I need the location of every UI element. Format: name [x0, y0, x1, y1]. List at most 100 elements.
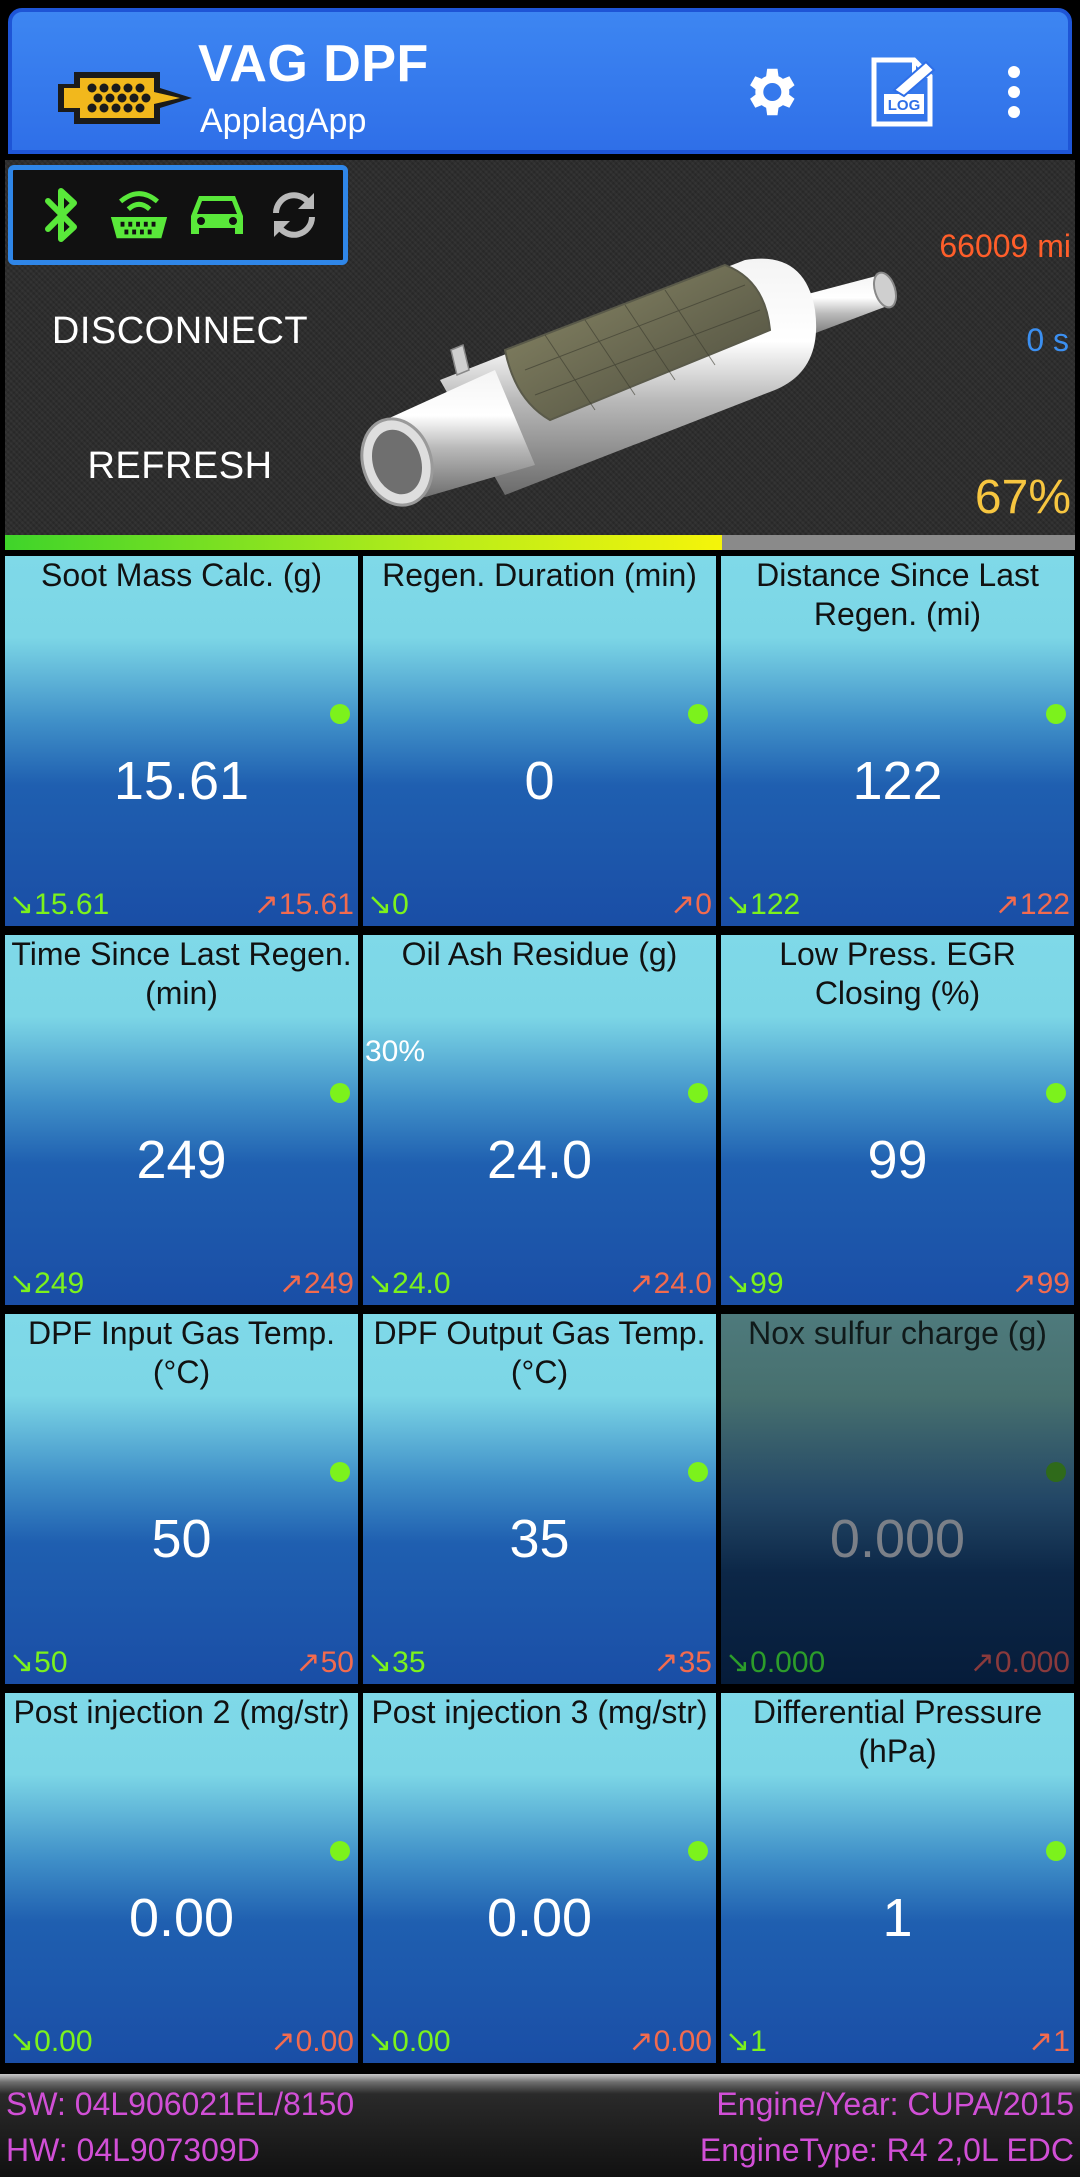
status-dot-icon — [688, 1841, 708, 1861]
car-icon — [190, 196, 243, 234]
tile-label: Low Press. EGR Closing (%) — [779, 936, 1016, 1011]
param-tile-post-injection-3[interactable]: Post injection 3 (mg/str) 0.00 ↘0.00 ↗0.… — [363, 1693, 716, 2063]
tile-max-value: ↗99 — [1011, 1267, 1070, 1300]
status-dot-icon — [330, 704, 350, 724]
vehicle-status[interactable] — [185, 183, 249, 247]
dpf-logo-icon — [58, 72, 192, 124]
tile-label: Distance Since Last Regen. (mi) — [756, 557, 1039, 632]
tile-min-value: ↘1 — [725, 2025, 767, 2058]
tile-label: Regen. Duration (min) — [382, 557, 697, 593]
tile-label: Time Since Last Regen. (min) — [11, 936, 352, 1011]
tile-label: Oil Ash Residue (g) — [401, 936, 678, 972]
svg-text:LOG: LOG — [888, 97, 921, 114]
log-icon: LOG — [871, 57, 936, 127]
obd-adapter-icon — [111, 191, 168, 239]
tile-label: Soot Mass Calc. (g) — [41, 557, 322, 593]
param-tile-regen-duration[interactable]: Regen. Duration (min) 0 ↘0 ↗0 — [363, 556, 716, 926]
tile-label: Differential Pressure (hPa) — [752, 1694, 1043, 1769]
odometer-readout: 66009 mi — [939, 228, 1071, 264]
bluetooth-icon — [44, 188, 77, 242]
tile-min-value: ↘122 — [725, 888, 801, 921]
tile-max-value: ↗35 — [653, 1646, 712, 1679]
sync-icon — [273, 192, 316, 238]
tile-max-value: ↗15.61 — [253, 888, 354, 921]
tile-label: Nox sulfur charge (g) — [748, 1315, 1047, 1351]
tile-value: 0.000 — [829, 1509, 966, 1569]
connection-status-box — [8, 165, 348, 265]
tile-value: 24.0 — [486, 1130, 593, 1190]
bluetooth-status[interactable] — [30, 183, 94, 247]
tile-max-value: ↗0.00 — [628, 2025, 712, 2058]
tile-percent-badge: 30% — [365, 1035, 426, 1068]
tile-max-value: ↗1 — [1028, 2025, 1070, 2058]
overflow-menu-button[interactable] — [984, 50, 1044, 134]
tile-label: DPF Output Gas Temp. (°C) — [373, 1315, 706, 1390]
param-tile-post-injection-2[interactable]: Post injection 2 (mg/str) 0.00 ↘0.00 ↗0.… — [5, 1693, 358, 2063]
tile-max-value: ↗249 — [278, 1267, 354, 1300]
disconnect-button[interactable]: DISCONNECT — [5, 310, 355, 353]
tile-value: 249 — [136, 1130, 227, 1190]
tile-value: 15.61 — [113, 751, 250, 811]
param-tile-distance-since-regen[interactable]: Distance Since Last Regen. (mi) 122 ↘122… — [721, 556, 1074, 926]
status-dot-icon — [1046, 704, 1066, 724]
engine-type: EngineType: R4 2,0L EDC — [699, 2132, 1074, 2168]
tile-value: 99 — [867, 1130, 928, 1190]
tile-min-value: ↘0.00 — [367, 2025, 451, 2058]
status-dot-icon — [688, 704, 708, 724]
settings-button[interactable] — [728, 50, 812, 134]
status-dot-icon — [330, 1841, 350, 1861]
refresh-button[interactable]: REFRESH — [5, 445, 355, 488]
timer-readout: 0 s — [1026, 322, 1069, 358]
tile-max-value: ↗24.0 — [628, 1267, 712, 1300]
tile-min-value: ↘15.61 — [9, 888, 110, 921]
tile-label: Post injection 3 (mg/str) — [371, 1694, 708, 1730]
tile-value: 50 — [151, 1509, 212, 1569]
sync-status[interactable] — [262, 183, 326, 247]
tile-max-value: ↗0.000 — [969, 1646, 1070, 1679]
tile-value: 1 — [882, 1888, 913, 1948]
tile-min-value: ↘24.0 — [367, 1267, 451, 1300]
soot-load-progress-bar — [5, 535, 1075, 550]
dpf-filter-image — [360, 258, 898, 507]
status-dot-icon — [688, 1083, 708, 1103]
param-tile-input-gas-temp[interactable]: DPF Input Gas Temp. (°C) 50 ↘50 ↗50 — [5, 1314, 358, 1684]
param-tile-output-gas-temp[interactable]: DPF Output Gas Temp. (°C) 35 ↘35 ↗35 — [363, 1314, 716, 1684]
tile-label: Post injection 2 (mg/str) — [13, 1694, 350, 1730]
engine-year: Engine/Year: CUPA/2015 — [716, 2086, 1074, 2122]
tile-value: 35 — [509, 1509, 570, 1569]
software-version: SW: 04L906021EL/8150 — [6, 2086, 355, 2122]
tile-max-value: ↗0 — [670, 888, 712, 921]
status-dot-icon — [1046, 1462, 1066, 1482]
tile-label: DPF Input Gas Temp. (°C) — [27, 1315, 336, 1390]
param-tile-oil-ash-residue[interactable]: Oil Ash Residue (g) 30% 24.0 ↘24.0 ↗24.0 — [363, 935, 716, 1305]
status-dot-icon — [1046, 1083, 1066, 1103]
tile-max-value: ↗0.00 — [270, 2025, 354, 2058]
more-vert-icon — [1008, 66, 1020, 118]
tile-max-value: ↗50 — [295, 1646, 354, 1679]
param-tile-egr-closing[interactable]: Low Press. EGR Closing (%) 99 ↘99 ↗99 — [721, 935, 1074, 1305]
tile-min-value: ↘99 — [725, 1267, 784, 1300]
tile-min-value: ↘50 — [9, 1646, 68, 1679]
app-subtitle: ApplagApp — [200, 102, 367, 140]
param-tile-soot-mass[interactable]: Soot Mass Calc. (g) 15.61 ↘15.61 ↗15.61 — [5, 556, 358, 926]
log-button[interactable]: LOG — [860, 50, 944, 134]
adapter-status[interactable] — [107, 183, 171, 247]
param-tile-time-since-regen[interactable]: Time Since Last Regen. (min) 249 ↘249 ↗2… — [5, 935, 358, 1305]
param-tile-nox-sulfur-charge[interactable]: Nox sulfur charge (g) 0.000 ↘0.000 ↗0.00… — [721, 1314, 1074, 1684]
gear-icon — [750, 68, 795, 116]
status-dot-icon — [330, 1462, 350, 1482]
status-dot-icon — [330, 1083, 350, 1103]
tile-min-value: ↘0.000 — [725, 1646, 826, 1679]
tile-min-value: ↘0 — [367, 888, 409, 921]
app-title: VAG DPF — [198, 35, 429, 93]
hardware-version: HW: 04L907309D — [6, 2132, 260, 2168]
tile-value: 0 — [524, 751, 555, 811]
ecu-info-footer: SW: 04L906021EL/8150 HW: 04L907309D Engi… — [0, 2074, 1080, 2177]
param-tile-differential-pressure[interactable]: Differential Pressure (hPa) 1 ↘1 ↗1 — [721, 1693, 1074, 2063]
status-dot-icon — [688, 1462, 708, 1482]
soot-load-percent: 67% — [974, 471, 1071, 524]
tile-value: 0.00 — [128, 1888, 235, 1948]
tile-min-value: ↘35 — [367, 1646, 426, 1679]
status-panel: DISCONNECT REFRESH 66009 mi 0 s 67% — [5, 160, 1075, 535]
app-bar: VAG DPF ApplagApp LOG — [8, 8, 1072, 154]
